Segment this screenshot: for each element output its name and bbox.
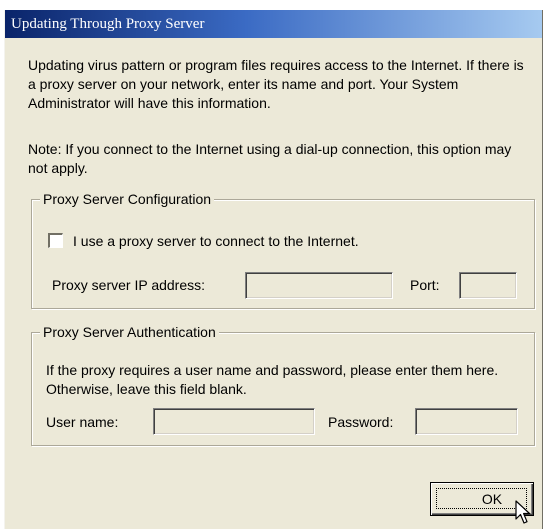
proxy-ip-input[interactable] [245,272,393,299]
mouse-pointer-icon [515,500,531,524]
port-label: Port: [410,277,440,293]
note-text: Note: If you connect to the Internet usi… [28,141,512,176]
proxy-settings-dialog: Updating Through Proxy Server Updating v… [4,10,543,529]
proxy-config-group: Proxy Server Configuration I use a proxy… [31,190,535,309]
proxy-ip-label: Proxy server IP address: [52,277,206,293]
proxy-config-legend: Proxy Server Configuration [40,190,215,209]
port-input[interactable] [459,272,517,299]
intro-text: Updating virus pattern or program files … [28,57,524,111]
proxy-auth-legend: Proxy Server Authentication [40,323,219,342]
password-label: Password: [328,414,394,430]
dialog-title: Updating Through Proxy Server [5,10,542,38]
proxy-auth-description: If the proxy requires a user name and pa… [46,362,499,397]
username-input[interactable] [153,408,315,435]
use-proxy-checkbox-label[interactable]: I use a proxy server to connect to the I… [73,232,359,251]
username-label: User name: [46,414,119,430]
password-input[interactable] [415,408,518,435]
use-proxy-checkbox[interactable] [48,233,63,248]
ok-button-label: OK [481,491,503,507]
proxy-auth-group: Proxy Server Authentication If the proxy… [31,323,535,446]
